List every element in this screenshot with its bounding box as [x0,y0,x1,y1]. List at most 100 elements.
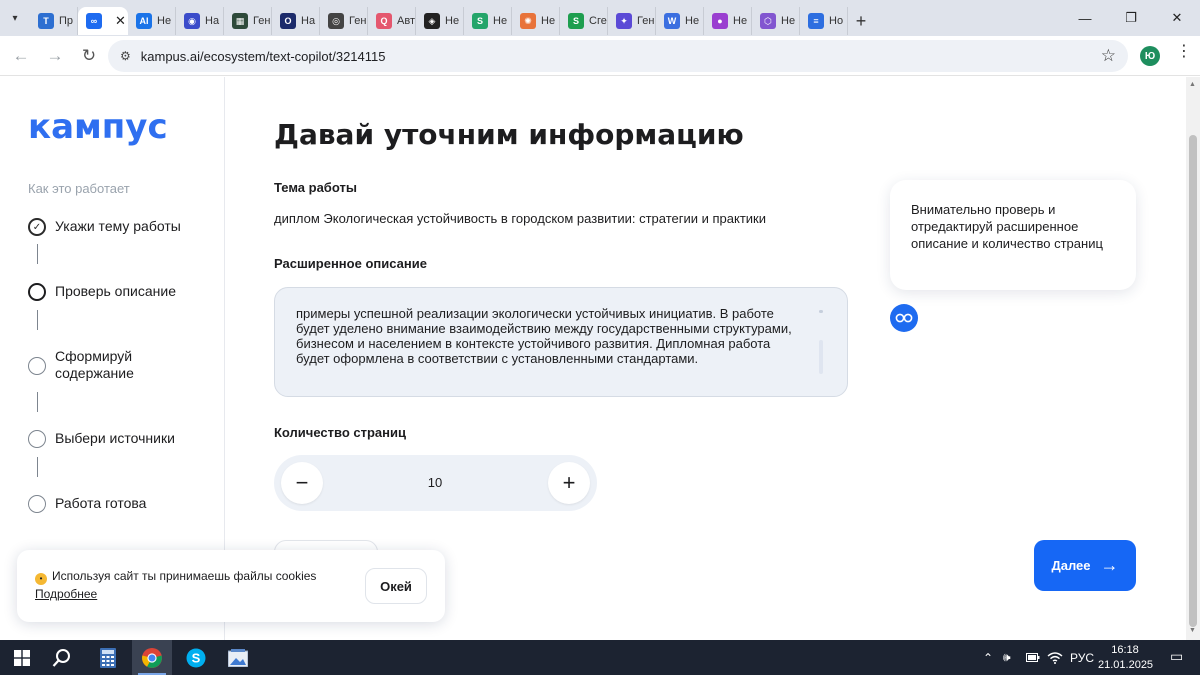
topic-value: диплом Экологическая устойчивость в горо… [274,211,766,226]
cookie-text: Используя сайт ты принимаешь файлы cooki… [52,569,317,583]
close-window-icon[interactable]: ✕ [1154,0,1200,36]
tab-favicon-icon: ≡ [808,13,824,29]
how-it-works-heading: Как это работает [28,181,130,196]
tab-title: На [301,15,316,27]
cookie-more-link[interactable]: Подробнее [35,587,97,601]
photo-viewer-app-icon[interactable] [218,640,258,675]
step-label: Выбери источники [55,430,175,446]
clock-date: 21.01.2025 [1098,659,1154,671]
tab-favicon-icon: S [472,13,488,29]
tab-title: Ген [349,15,367,27]
description-scroll-up[interactable] [819,310,823,313]
browser-tab[interactable]: T Пр [30,7,78,35]
tab-title: Авт [397,15,415,27]
browser-tab[interactable]: S Сге [560,7,608,35]
cookie-message: • Используя сайт ты принимаешь файлы cook… [35,569,316,585]
bookmark-star-icon[interactable]: ☆ [1101,46,1116,66]
arrow-right-icon: → [1100,555,1119,575]
browser-tab[interactable]: ⬡ Не [752,7,800,35]
browser-tab[interactable]: ▦ Ген [224,7,272,35]
browser-tab[interactable]: ≡ Но [800,7,848,35]
tab-title: Ген [253,15,271,27]
windows-start-icon[interactable] [2,640,42,675]
browser-tab[interactable]: ◎ Ген [320,7,368,35]
browser-tab[interactable]: ● Не [704,7,752,35]
browser-tab[interactable]: O На [272,7,320,35]
taskbar-clock[interactable]: 16:18 21.01.2025 [1098,643,1154,673]
address-bar[interactable]: ⚙ kampus.ai/ecosystem/text-copilot/32141… [108,40,1128,72]
kampus-logo[interactable]: кампус [28,107,168,147]
browser-tab[interactable]: S Не [464,7,512,35]
skype-app-icon[interactable]: S [176,640,216,675]
step-label: Проверь описание [55,283,176,299]
page-title: Давай уточним информацию [274,118,744,151]
description-textarea[interactable]: примеры успешной реализации экологически… [274,287,848,397]
back-arrow-icon[interactable]: ← [4,39,38,73]
browser-tab[interactable]: W Не [656,7,704,35]
pages-count-input[interactable]: 10 [394,475,476,490]
minimize-window-icon[interactable]: — [1062,0,1108,36]
browser-tab[interactable]: AI Не [128,7,176,35]
browser-tab[interactable]: Q Авт [368,7,416,35]
tab-favicon-icon: ∞ [86,13,102,29]
tab-favicon-icon: ◈ [424,13,440,29]
step-connector [37,457,38,477]
reload-icon[interactable]: ↻ [72,39,106,73]
tab-favicon-icon: ● [712,13,728,29]
calculator-app-icon[interactable] [88,640,128,675]
tab-favicon-icon: ◎ [328,13,344,29]
tab-title: Не [445,15,460,27]
tab-title: Но [829,15,844,27]
show-hidden-icons-chevron[interactable]: ⌃ [983,640,993,675]
site-settings-icon[interactable]: ⚙ [120,49,131,63]
battery-icon[interactable] [1026,640,1040,675]
description-scrollbar-thumb[interactable] [819,340,823,374]
step-contents: Сформируй содержание [28,348,205,382]
tab-title: Не [781,15,796,27]
step-done: Работа готова [28,495,205,513]
description-text: примеры успешной реализации экологически… [296,306,792,366]
page-scrollbar[interactable]: ▲ ▼ [1186,77,1200,640]
cookie-banner: • Используя сайт ты принимаешь файлы cook… [17,550,445,622]
scroll-down-arrow-icon[interactable]: ▼ [1189,627,1196,634]
step-topic: ✓ Укажи тему работы [28,218,205,236]
browser-menu-icon[interactable]: ⋮ [1176,44,1192,60]
page-scrollbar-thumb[interactable] [1189,135,1197,627]
restore-window-icon[interactable]: ❐ [1108,0,1154,36]
step-pending-circle-icon [28,357,46,375]
tab-favicon-icon: ▦ [232,13,248,29]
step-label: Работа готова [55,495,147,511]
next-button[interactable]: Далее → [1034,540,1136,591]
tab-title: Пр [59,15,74,27]
notifications-icon[interactable]: ▭ [1170,648,1183,665]
profile-avatar[interactable]: Ю [1140,46,1160,66]
tab-title: Не [493,15,508,27]
browser-tab[interactable]: ◈ Не [416,7,464,35]
increment-plus-button[interactable]: + [548,462,590,504]
step-label: Укажи тему работы [55,218,181,234]
browser-tab-active[interactable]: ∞ ✕ [78,7,128,35]
search-icon[interactable] [42,640,82,675]
new-tab-plus-icon[interactable]: + [848,7,874,35]
browser-tab[interactable]: ✺ Не [512,7,560,35]
tab-title: Не [733,15,748,27]
forward-arrow-icon[interactable]: → [38,39,72,73]
url-text: kampus.ai/ecosystem/text-copilot/3214115 [140,48,386,64]
volume-icon[interactable]: 🕪 [1003,640,1011,675]
wifi-icon[interactable] [1047,640,1063,675]
tab-close-icon[interactable]: ✕ [115,13,126,29]
browser-tab[interactable]: ◉ На [176,7,224,35]
tab-title: Ген [637,15,655,27]
cookie-emoji-icon: • [35,573,47,585]
browser-tab[interactable]: ✦ Ген [608,7,656,35]
tab-favicon-icon: W [664,13,680,29]
tab-favicon-icon: ⬡ [760,13,776,29]
language-indicator[interactable]: РУС [1070,640,1094,675]
cookie-accept-button[interactable]: Окей [365,568,427,604]
tab-favicon-icon: T [38,13,54,29]
decrement-minus-button[interactable]: − [281,462,323,504]
tab-search-chevron-icon[interactable]: ▾ [0,0,30,36]
scroll-up-arrow-icon[interactable]: ▲ [1189,81,1196,88]
chrome-app-icon[interactable] [132,640,172,675]
step-current-circle-icon [28,283,46,301]
